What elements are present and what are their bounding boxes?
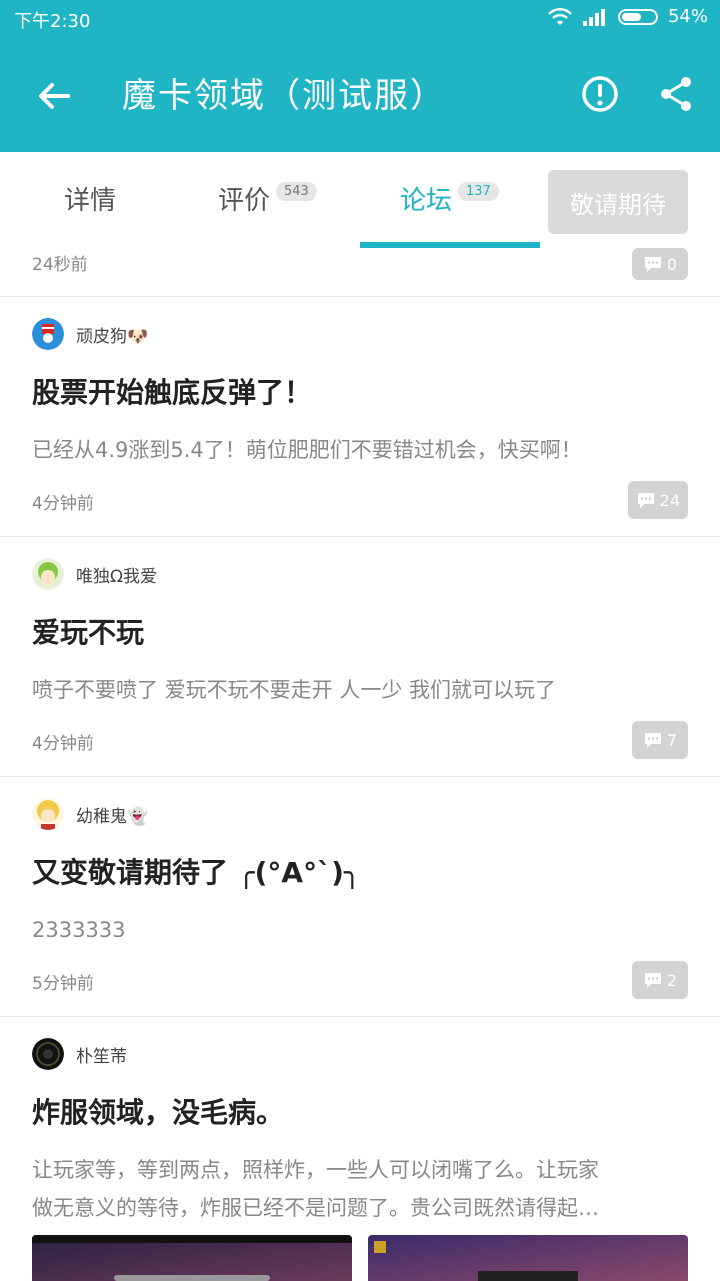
post-title: 爱玩不玩	[32, 616, 145, 649]
page-title: 魔卡领域（测试服）	[122, 76, 446, 116]
post-body: 2333333	[32, 918, 126, 942]
post-image-2[interactable]	[368, 1235, 688, 1281]
share-icon[interactable]	[656, 74, 696, 114]
tab-details-label: 详情	[64, 186, 117, 216]
post-title: 又变敬请期待了 ╭(°A°`)╮	[32, 856, 361, 889]
post-body: 喷子不要喷了 爱玩不玩不要走开 人一少 我们就可以玩了	[32, 678, 557, 702]
tab-bar: 详情 评价 543 论坛 137 敬请期待	[0, 152, 720, 248]
comment-count-badge: 2	[632, 961, 688, 999]
post-body-line-2: 做无意义的等待，炸服已经不是问题了。贵公司既然请得起…	[32, 1196, 599, 1220]
post-time: 24秒前	[32, 255, 88, 275]
tab-reviews-count: 543	[276, 182, 317, 201]
comment-icon	[644, 973, 661, 988]
post-title: 炸服领域，没毛病。	[32, 1096, 285, 1129]
list-item[interactable]: 24秒前 0	[0, 248, 720, 296]
exclamation-circle-icon[interactable]	[580, 74, 620, 114]
author-row: 幼稚鬼👻	[32, 797, 148, 831]
coming-soon-button[interactable]: 敬请期待	[548, 170, 688, 234]
post-title: 股票开始触底反弹了！	[32, 376, 313, 409]
list-item[interactable]: 顽皮狗🐶 股票开始触底反弹了！ 已经从4.9涨到5.4了！萌位肥肥们不要错过机会…	[0, 296, 720, 537]
avatar[interactable]	[32, 318, 64, 350]
comment-count: 0	[666, 254, 678, 274]
tab-reviews[interactable]: 评价 543	[218, 180, 317, 217]
comment-icon	[637, 493, 654, 508]
tab-reviews-label: 评价	[218, 186, 271, 216]
comment-count-badge: 24	[627, 481, 688, 519]
list-item[interactable]: 唯独Ω我爱 爱玩不玩 喷子不要喷了 爱玩不玩不要走开 人一少 我们就可以玩了 4…	[0, 536, 720, 777]
comment-count: 24	[659, 490, 680, 510]
comment-count: 7	[666, 730, 678, 750]
author-name: 幼稚鬼👻	[76, 806, 149, 827]
author-row: 朴笙芾	[32, 1037, 127, 1071]
signal-icon	[582, 8, 605, 26]
back-arrow-icon[interactable]	[34, 76, 74, 116]
comment-count-badge: 7	[632, 721, 688, 759]
tab-forum-label: 论坛	[400, 186, 453, 216]
post-body-line-1: 让玩家等，等到两点，照样炸，一些人可以闭嘴了么。让玩家	[32, 1158, 599, 1182]
author-name: 顽皮狗🐶	[76, 326, 149, 347]
post-time: 4分钟前	[32, 494, 94, 514]
battery-percent: 54%	[667, 6, 708, 27]
comment-count: 2	[666, 970, 678, 990]
comment-icon	[644, 257, 661, 272]
tab-details[interactable]: 详情	[64, 180, 116, 217]
avatar[interactable]	[32, 1038, 64, 1070]
post-time: 5分钟前	[32, 974, 94, 994]
status-icons: 54%	[548, 6, 708, 27]
list-item[interactable]: 朴笙芾 炸服领域，没毛病。 让玩家等，等到两点，照样炸，一些人可以闭嘴了么。让玩…	[0, 1016, 720, 1281]
avatar[interactable]	[32, 798, 64, 830]
list-item[interactable]: 幼稚鬼👻 又变敬请期待了 ╭(°A°`)╮ 2333333 5分钟前 2	[0, 776, 720, 1017]
wifi-icon	[548, 7, 572, 25]
author-row: 唯独Ω我爱	[32, 557, 157, 591]
tab-forum[interactable]: 论坛 137	[400, 180, 499, 217]
status-time: 下午2:30	[14, 11, 91, 32]
post-body: 已经从4.9涨到5.4了！萌位肥肥们不要错过机会，快买啊！	[32, 438, 582, 462]
avatar[interactable]	[32, 558, 64, 590]
comment-count-badge: 0	[632, 248, 688, 280]
app-bar: 魔卡领域（测试服）	[0, 36, 720, 152]
post-image-1[interactable]	[32, 1235, 352, 1281]
comment-icon	[644, 733, 661, 748]
author-row: 顽皮狗🐶	[32, 317, 148, 351]
author-name: 朴笙芾	[76, 1046, 127, 1067]
author-name: 唯独Ω我爱	[76, 566, 157, 587]
battery-icon	[617, 8, 658, 25]
post-time: 4分钟前	[32, 734, 94, 754]
status-bar: 下午2:30 54%	[0, 0, 720, 36]
tab-forum-count: 137	[458, 182, 499, 201]
